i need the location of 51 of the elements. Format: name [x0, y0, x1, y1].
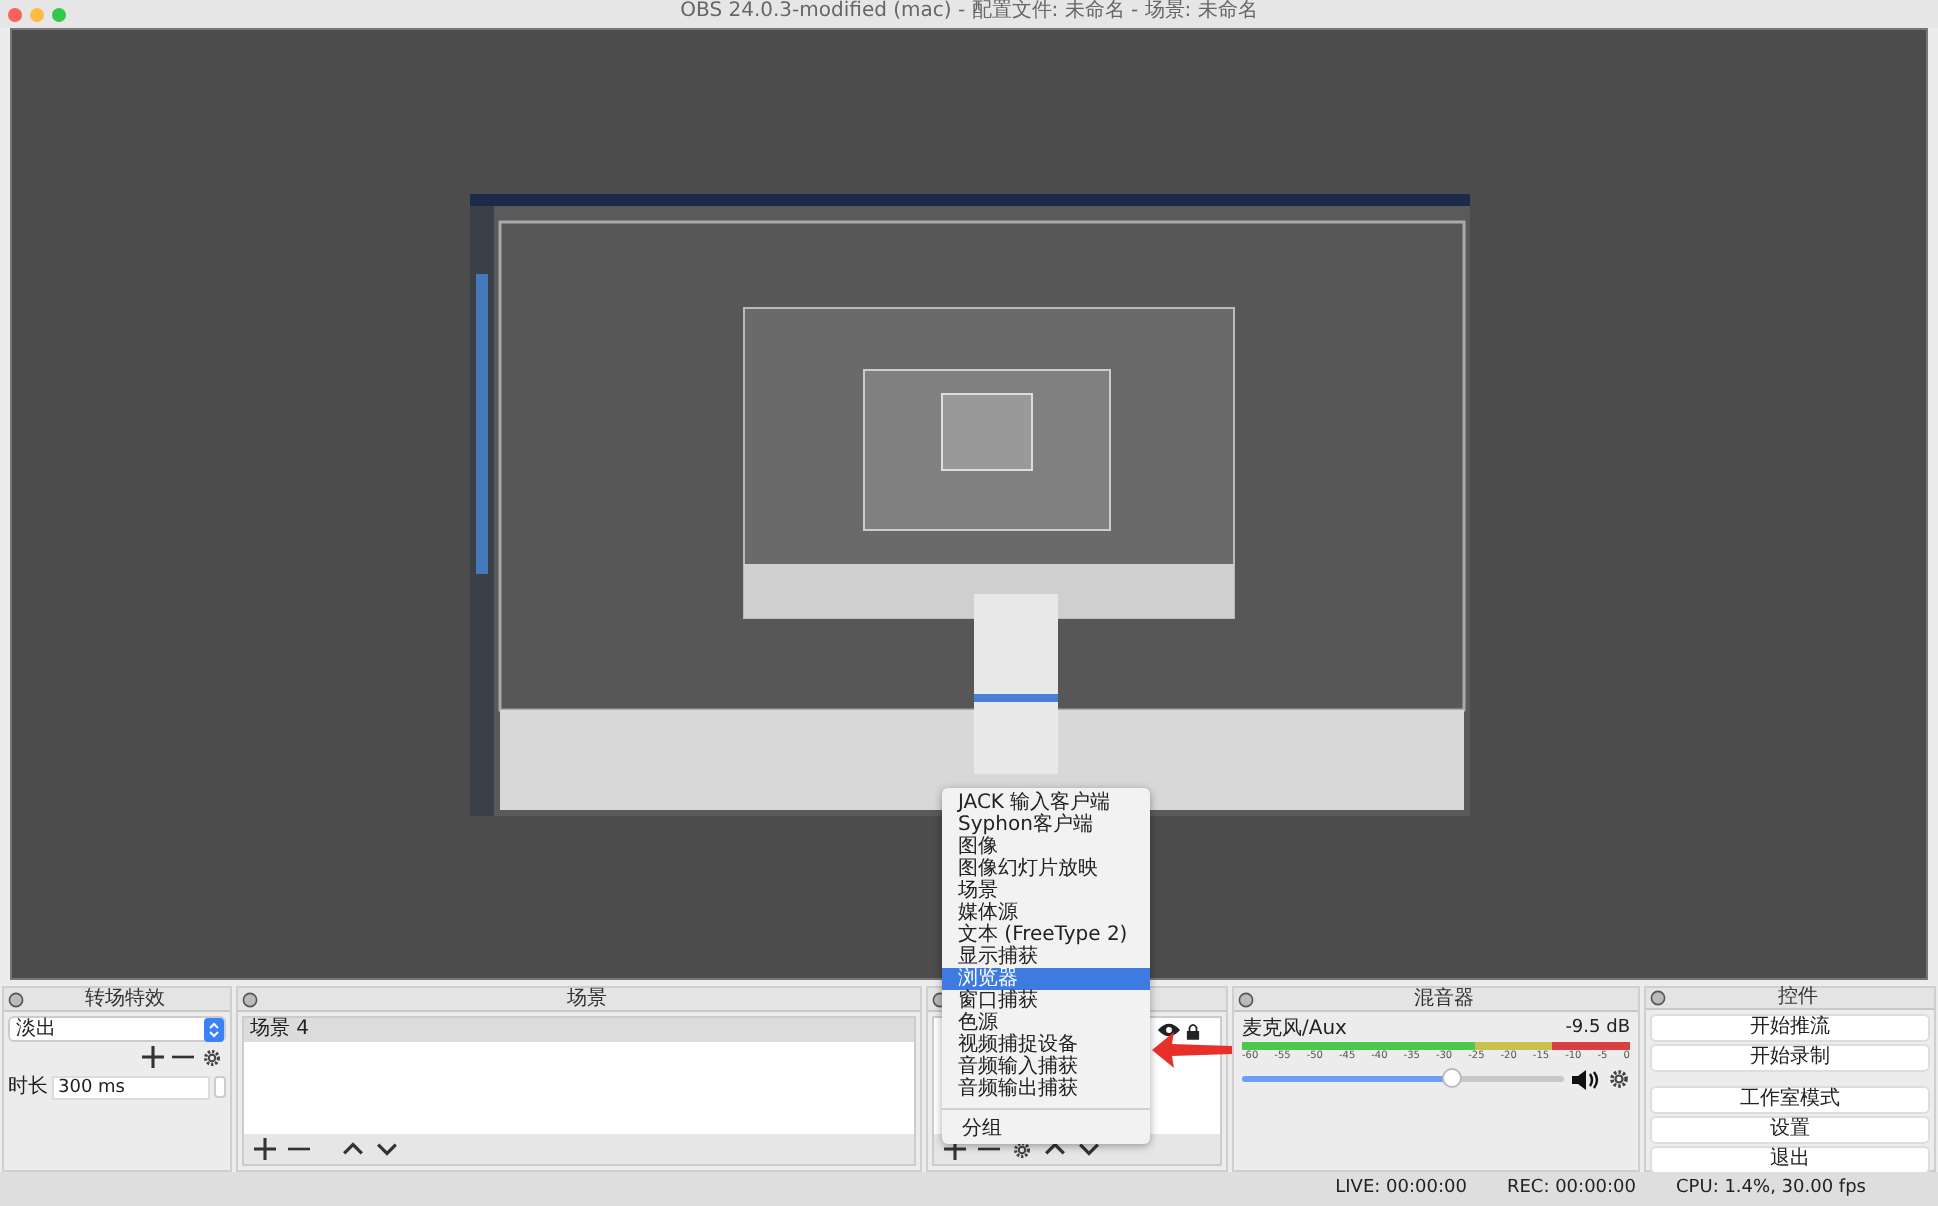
- menu-item[interactable]: 色源: [942, 1012, 1150, 1034]
- panel-title: 场景: [567, 989, 607, 1009]
- gear-icon[interactable]: [1608, 1068, 1630, 1090]
- menu-item[interactable]: JACK 输入客户端: [942, 792, 1150, 814]
- lock-icon[interactable]: [1186, 1021, 1200, 1039]
- channel-name: 麦克风/Aux: [1242, 1018, 1347, 1040]
- select-arrows-icon: [204, 1017, 224, 1041]
- speaker-icon[interactable]: [1572, 1069, 1600, 1089]
- menu-item[interactable]: 文本 (FreeType 2): [942, 924, 1150, 946]
- menu-item[interactable]: 浏览器: [942, 968, 1150, 990]
- slider-thumb[interactable]: [1441, 1068, 1462, 1088]
- menu-item[interactable]: 音频输出捕获: [942, 1078, 1150, 1100]
- panel-title: 控件: [1778, 988, 1818, 1008]
- channel-reading: -9.5 dB: [1565, 1018, 1630, 1040]
- panel-title: 混音器: [1414, 989, 1474, 1009]
- eye-icon[interactable]: [1158, 1022, 1180, 1038]
- gear-icon[interactable]: [202, 1047, 222, 1067]
- menu-item[interactable]: 图像: [942, 836, 1150, 858]
- dock-float-icon[interactable]: [1650, 990, 1666, 1006]
- gear-icon[interactable]: [1012, 1139, 1032, 1159]
- dock-float-icon[interactable]: [1238, 991, 1254, 1007]
- control-button[interactable]: 工作室模式: [1652, 1088, 1928, 1112]
- rec-time: REC: 00:00:00: [1506, 1175, 1637, 1202]
- menu-item[interactable]: 图像幻灯片放映: [942, 858, 1150, 880]
- control-button[interactable]: 开始录制: [1652, 1046, 1928, 1070]
- transition-select[interactable]: 淡出: [8, 1016, 226, 1042]
- arrow-annotation: [1152, 1030, 1232, 1070]
- add-icon[interactable]: [254, 1138, 276, 1160]
- duration-label: 时长: [8, 1073, 48, 1102]
- menu-item[interactable]: 音频输入捕获: [942, 1056, 1150, 1078]
- move-up-icon[interactable]: [342, 1138, 364, 1160]
- control-button[interactable]: 退出: [1652, 1148, 1928, 1172]
- move-down-icon[interactable]: [376, 1138, 398, 1160]
- menu-item[interactable]: 媒体源: [942, 902, 1150, 924]
- dock-float-icon[interactable]: [242, 991, 258, 1007]
- menu-item[interactable]: 分组: [942, 1118, 1150, 1140]
- control-button[interactable]: 设置: [1652, 1118, 1928, 1142]
- menu-item[interactable]: 场景: [942, 880, 1150, 902]
- dock-float-icon[interactable]: [8, 991, 24, 1007]
- menu-item[interactable]: Syphon客户端: [942, 814, 1150, 836]
- move-down-icon[interactable]: [1078, 1138, 1100, 1160]
- control-button[interactable]: 开始推流: [1652, 1016, 1928, 1040]
- menu-item[interactable]: 显示捕获: [942, 946, 1150, 968]
- duration-field[interactable]: 300 ms: [52, 1075, 210, 1099]
- add-icon[interactable]: [142, 1046, 164, 1068]
- live-time: LIVE: 00:00:00: [1335, 1175, 1467, 1202]
- panel-title: 转场特效: [85, 989, 165, 1009]
- move-up-icon[interactable]: [1044, 1138, 1066, 1160]
- scene-item[interactable]: 场景 4: [244, 1018, 914, 1042]
- cpu-status: CPU: 1.4%, 30.00 fps: [1676, 1175, 1866, 1202]
- menu-item[interactable]: 视频捕捉设备: [942, 1034, 1150, 1056]
